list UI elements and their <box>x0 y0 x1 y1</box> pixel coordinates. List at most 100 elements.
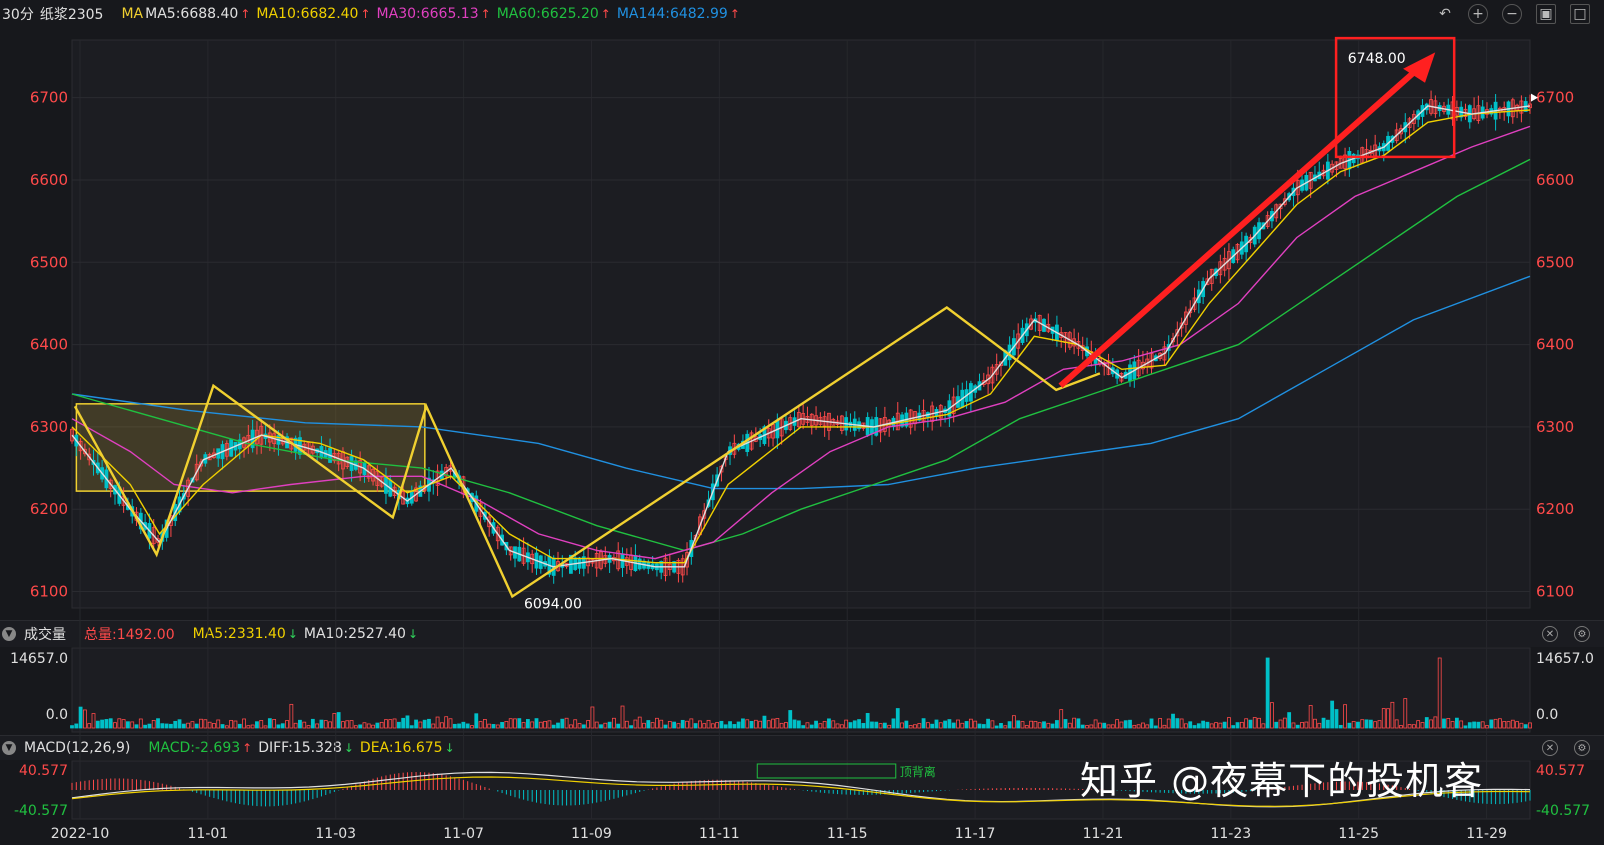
volume-bar <box>1080 724 1085 729</box>
volume-bar <box>147 723 152 729</box>
y-tick-label-left: 6200 <box>30 500 68 518</box>
volume-bar <box>1330 700 1335 729</box>
volume-bar <box>461 721 466 729</box>
volume-bar <box>457 723 461 729</box>
volume-bar <box>220 724 225 729</box>
volume-bar <box>861 723 866 729</box>
price-chart[interactable]: 2022-10 11-01 11-03 11-07 11-09 11-11 11-15 11-… <box>0 0 1604 845</box>
volume-bar <box>1347 722 1352 729</box>
volume-bar <box>1454 717 1459 729</box>
volume-bar <box>930 723 935 729</box>
volume-bar <box>280 723 285 729</box>
volume-bar <box>100 719 105 729</box>
volume-bar <box>336 712 341 729</box>
volume-bar <box>680 719 685 729</box>
volume-bar <box>409 725 414 729</box>
x-tick-label: 11-11 <box>699 826 740 842</box>
volume-bar <box>1467 722 1472 729</box>
macd-axis-label: -40.577 <box>14 803 68 819</box>
volume-bar <box>827 718 831 729</box>
volume-bar <box>474 713 479 729</box>
x-tick-label: 11-07 <box>443 826 484 842</box>
volume-bar <box>1424 717 1429 729</box>
volume-bar <box>452 723 457 729</box>
x-tick-label: 11-17 <box>955 826 996 842</box>
volume-bar <box>255 721 259 729</box>
volume-bar <box>904 720 909 729</box>
volume-panel <box>71 647 1531 733</box>
y-tick-label-right: 6200 <box>1536 500 1574 518</box>
y-tick-label-right: 6700 <box>1536 89 1574 107</box>
y-tick-label-left: 6100 <box>30 583 68 601</box>
volume-bar <box>1523 724 1528 729</box>
x-tick-label: 11-15 <box>827 826 868 842</box>
y-tick-label-right: 6400 <box>1536 336 1574 354</box>
high-price-label: 6748.00 <box>1348 51 1406 67</box>
volume-bar <box>1338 724 1343 729</box>
volume-bar <box>134 724 139 729</box>
volume-bar <box>1128 719 1132 729</box>
volume-bar <box>560 718 565 729</box>
volume-bar <box>1295 724 1300 729</box>
volume-bar <box>986 718 990 729</box>
volume-bar <box>1016 720 1021 729</box>
watermark: 知乎 @夜幕下的投机客 <box>1080 759 1484 803</box>
volume-bar <box>491 724 496 729</box>
volume-bar <box>1102 722 1107 729</box>
volume-bar <box>792 719 797 729</box>
volume-bar <box>1472 721 1476 729</box>
volume-bar <box>181 723 186 729</box>
volume-bar <box>1055 720 1059 729</box>
volume-bar <box>1235 722 1240 729</box>
x-tick-label: 11-25 <box>1338 826 1379 842</box>
volume-bar <box>1050 723 1055 729</box>
x-tick-label: 11-03 <box>315 826 356 842</box>
volume-bar <box>1442 718 1446 729</box>
volume-bar <box>1356 721 1360 729</box>
volume-bar <box>814 720 818 729</box>
volume-bar <box>663 724 668 729</box>
volume-bar <box>943 720 947 729</box>
volume-bar <box>616 723 621 729</box>
volume-bar <box>173 720 178 729</box>
y-tick-label-right: 6600 <box>1536 171 1574 189</box>
volume-bar <box>719 720 724 729</box>
volume-bar <box>1287 712 1292 729</box>
x-tick-label: 2022-10 <box>51 826 110 842</box>
volume-bar <box>70 725 74 729</box>
volume-bar <box>1334 709 1339 729</box>
volume-bar <box>1192 725 1197 729</box>
volume-axis-label: 14657.0 <box>1536 651 1594 667</box>
volume-bar <box>629 725 634 729</box>
volume-bar <box>934 719 939 729</box>
volume-bar <box>169 723 173 729</box>
volume-bar <box>396 721 401 729</box>
volume-bar <box>1274 721 1279 729</box>
volume-bar <box>1149 718 1154 729</box>
volume-bar <box>801 725 806 729</box>
macd-axis-label: 40.577 <box>19 763 68 779</box>
volume-bar <box>1063 719 1068 729</box>
volume-bar <box>728 721 732 729</box>
volume-bar <box>1188 721 1193 729</box>
low-price-label: 6094.00 <box>524 596 582 612</box>
volume-bar <box>848 722 853 729</box>
volume-bar <box>267 718 272 729</box>
macd-axis-label: 40.577 <box>1536 763 1585 779</box>
price-panel <box>71 39 1531 609</box>
volume-bar <box>1171 713 1175 729</box>
volume-bar <box>237 723 242 729</box>
volume-bar <box>809 724 814 729</box>
volume-bar <box>964 721 969 729</box>
volume-bar <box>1196 723 1201 729</box>
volume-bar <box>74 723 79 729</box>
volume-bar <box>736 721 741 729</box>
volume-bar <box>581 724 586 729</box>
volume-bar <box>865 713 870 729</box>
volume-bar <box>882 722 887 729</box>
volume-bar <box>951 722 956 729</box>
volume-bar <box>732 724 737 729</box>
volume-bar <box>525 719 530 729</box>
volume-bar <box>551 724 556 729</box>
y-tick-label-left: 6500 <box>30 253 68 271</box>
